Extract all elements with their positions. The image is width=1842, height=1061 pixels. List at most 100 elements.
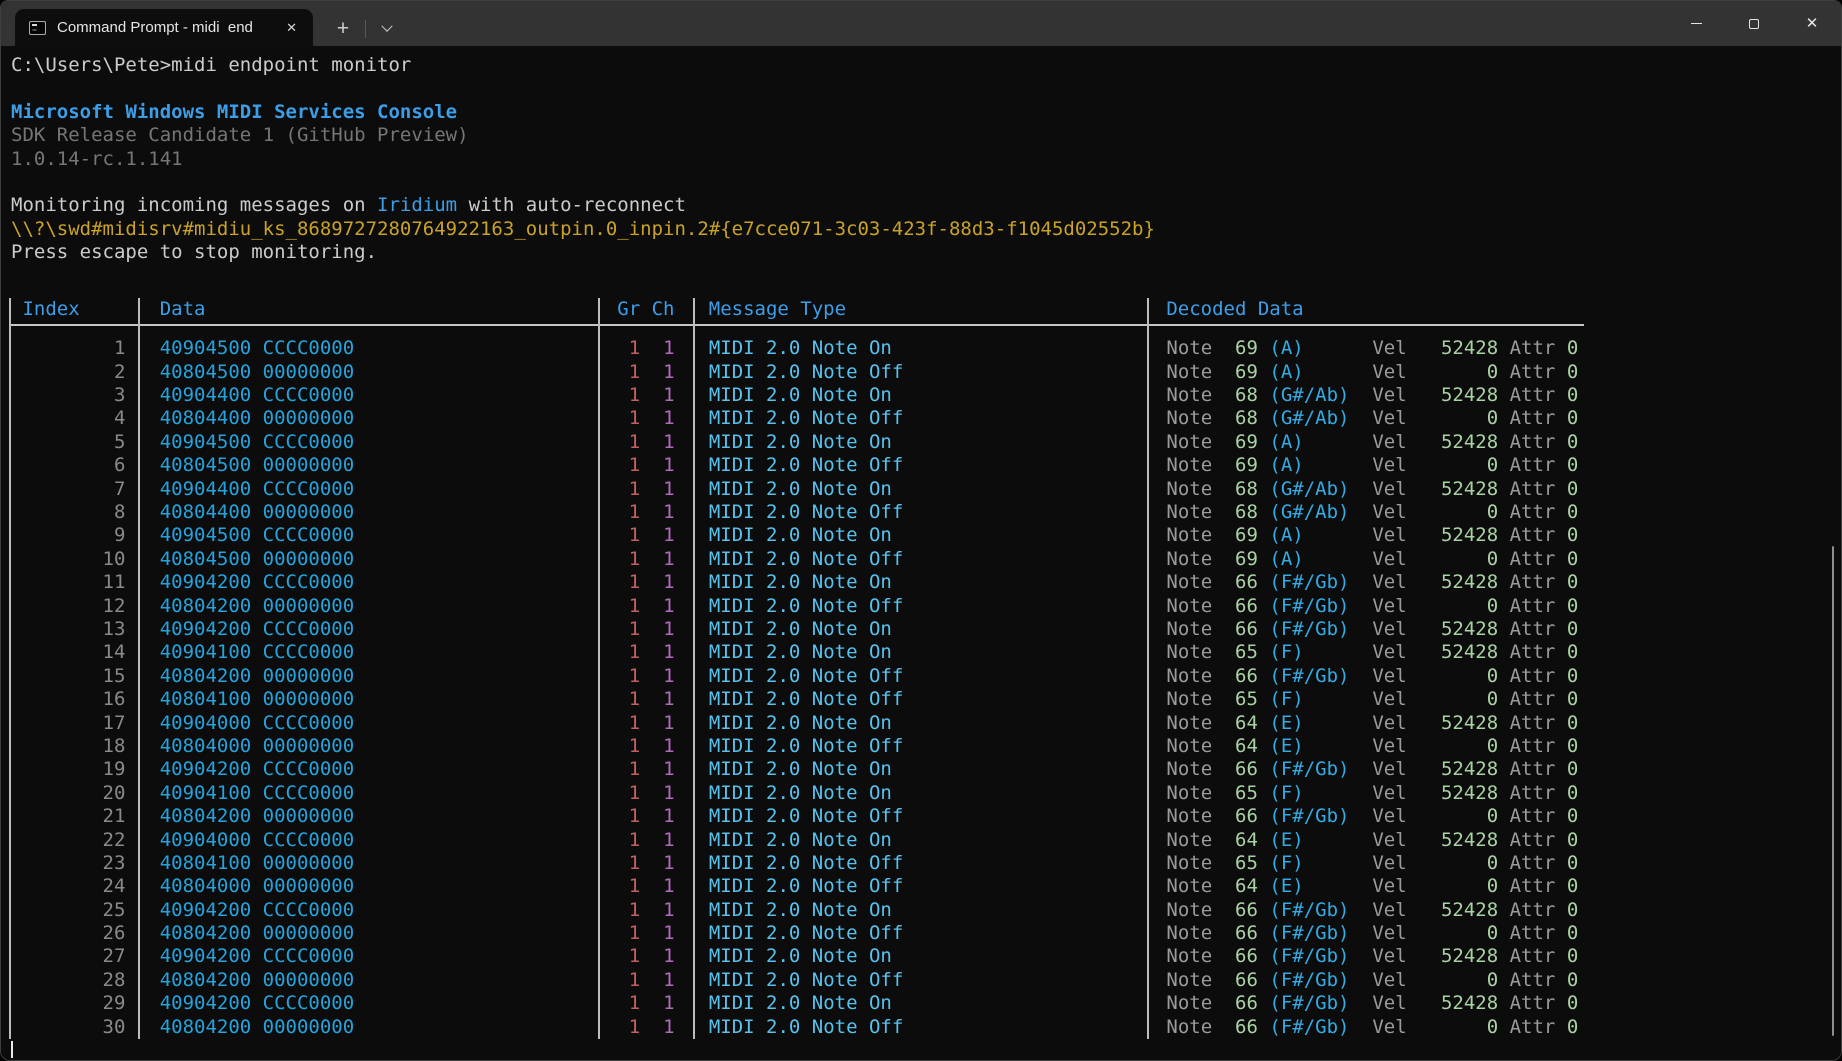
decoded-note-name: (F#/Gb) (1258, 758, 1372, 780)
row-data: 40904100 CCCC0000 (160, 641, 629, 663)
row-message-type: MIDI 2.0 Note On (709, 571, 1167, 593)
table-row: 5 40904500 CCCC0000 1 1 MIDI 2.0 Note On… (11, 431, 1841, 454)
decoded-attr-label: Attr (1498, 595, 1555, 617)
row-data: 40904500 CCCC0000 (160, 431, 629, 453)
row-message-type: MIDI 2.0 Note On (709, 945, 1167, 967)
row-data: 40804500 00000000 (160, 361, 629, 383)
decoded-note-name: (A) (1258, 454, 1372, 476)
spacer (675, 595, 709, 617)
decoded-attr-label: Attr (1498, 735, 1555, 757)
decoded-note-name: (F) (1258, 688, 1372, 710)
decoded-attr-label: Attr (1498, 571, 1555, 593)
decoded-note-number: 69 (1212, 337, 1258, 359)
minimize-button[interactable] (1667, 1, 1725, 46)
decoded-note-number: 66 (1212, 595, 1258, 617)
row-channel: 1 (663, 758, 674, 780)
maximize-button[interactable] (1725, 1, 1783, 46)
decoded-vel-label: Vel (1372, 922, 1406, 944)
decoded-note-number: 69 (1212, 431, 1258, 453)
decoded-note-name: (F#/Gb) (1258, 992, 1372, 1014)
row-message-type: MIDI 2.0 Note On (709, 431, 1167, 453)
row-channel: 1 (663, 641, 674, 663)
decoded-vel-label: Vel (1372, 571, 1406, 593)
row-group: 1 (629, 641, 640, 663)
row-data: 40804200 00000000 (160, 595, 629, 617)
row-group: 1 (629, 992, 640, 1014)
decoded-vel-value: 0 (1407, 407, 1499, 429)
new-tab-button[interactable]: + (325, 12, 361, 46)
decoded-vel-value: 52428 (1407, 571, 1499, 593)
decoded-note-label: Note (1166, 688, 1212, 710)
column-separator-message (1147, 298, 1149, 1039)
row-group: 1 (629, 548, 640, 570)
decoded-attr-value: 0 (1555, 852, 1578, 874)
table-row: 12 40804200 00000000 1 1 MIDI 2.0 Note O… (11, 595, 1841, 618)
decoded-vel-label: Vel (1372, 782, 1406, 804)
decoded-attr-label: Attr (1498, 969, 1555, 991)
decoded-note-label: Note (1166, 875, 1212, 897)
decoded-vel-value: 0 (1407, 875, 1499, 897)
decoded-note-label: Note (1166, 571, 1212, 593)
decoded-attr-value: 0 (1555, 899, 1578, 921)
row-data: 40904200 CCCC0000 (160, 758, 629, 780)
row-data: 40804500 00000000 (160, 548, 629, 570)
decoded-attr-label: Attr (1498, 478, 1555, 500)
row-group: 1 (629, 337, 640, 359)
row-data: 40804200 00000000 (160, 665, 629, 687)
column-separator-grch (693, 298, 695, 1039)
close-button[interactable]: ✕ (1783, 1, 1841, 46)
decoded-attr-value: 0 (1555, 805, 1578, 827)
decoded-note-number: 64 (1212, 829, 1258, 851)
decoded-note-label: Note (1166, 665, 1212, 687)
decoded-vel-label: Vel (1372, 829, 1406, 851)
decoded-vel-value: 52428 (1407, 829, 1499, 851)
tab-dropdown-button[interactable] (370, 12, 404, 46)
table-header: Index Data Gr Ch Message Type Decoded Da… (11, 298, 1841, 321)
decoded-note-name: (A) (1258, 337, 1372, 359)
decoded-note-name: (F#/Gb) (1258, 969, 1372, 991)
titlebar[interactable]: Command Prompt - midi end ✕ + ✕ (1, 1, 1841, 46)
chevron-down-icon (381, 21, 392, 32)
tab-command-prompt[interactable]: Command Prompt - midi end ✕ (15, 9, 313, 46)
tab-close-icon[interactable]: ✕ (280, 18, 303, 38)
table-row: 20 40904100 CCCC0000 1 1 MIDI 2.0 Note O… (11, 782, 1841, 805)
table-row: 16 40804100 00000000 1 1 MIDI 2.0 Note O… (11, 688, 1841, 711)
decoded-vel-label: Vel (1372, 641, 1406, 663)
endpoint-id-line: \\?\swd#midisrv#midiu_ks_868972728076492… (11, 218, 1841, 241)
row-channel: 1 (663, 782, 674, 804)
row-channel: 1 (663, 548, 674, 570)
decoded-attr-value: 0 (1555, 945, 1578, 967)
blank-line (11, 265, 1841, 288)
decoded-vel-label: Vel (1372, 665, 1406, 687)
escape-hint-line: Press escape to stop monitoring. (11, 241, 1841, 264)
decoded-note-number: 65 (1212, 852, 1258, 874)
decoded-attr-value: 0 (1555, 384, 1578, 406)
row-channel: 1 (663, 875, 674, 897)
decoded-note-label: Note (1166, 454, 1212, 476)
row-data: 40804200 00000000 (160, 969, 629, 991)
row-data: 40804200 00000000 (160, 922, 629, 944)
table-row: 23 40804100 00000000 1 1 MIDI 2.0 Note O… (11, 852, 1841, 875)
row-message-type: MIDI 2.0 Note On (709, 899, 1167, 921)
spacer (675, 665, 709, 687)
decoded-note-number: 69 (1212, 524, 1258, 546)
decoded-note-number: 68 (1212, 407, 1258, 429)
decoded-note-number: 66 (1212, 758, 1258, 780)
decoded-note-number: 66 (1212, 992, 1258, 1014)
decoded-note-name: (G#/Ab) (1258, 501, 1372, 523)
message-table: Index Data Gr Ch Message Type Decoded Da… (11, 298, 1841, 1039)
decoded-note-number: 69 (1212, 361, 1258, 383)
row-message-type: MIDI 2.0 Note Off (709, 875, 1167, 897)
terminal-screen[interactable]: C:\Users\Pete>midi endpoint monitor Micr… (1, 46, 1841, 1061)
decoded-attr-value: 0 (1555, 758, 1578, 780)
row-data: 40804200 00000000 (160, 805, 629, 827)
row-message-type: MIDI 2.0 Note Off (709, 922, 1167, 944)
row-data: 40904200 CCCC0000 (160, 899, 629, 921)
row-message-type: MIDI 2.0 Note On (709, 618, 1167, 640)
decoded-note-name: (G#/Ab) (1258, 384, 1372, 406)
decoded-note-label: Note (1166, 992, 1212, 1014)
scrollbar-thumb[interactable] (1832, 546, 1835, 1036)
monitoring-line: Monitoring incoming messages on Iridium … (11, 194, 1841, 217)
decoded-attr-label: Attr (1498, 852, 1555, 874)
decoded-note-name: (F) (1258, 782, 1372, 804)
